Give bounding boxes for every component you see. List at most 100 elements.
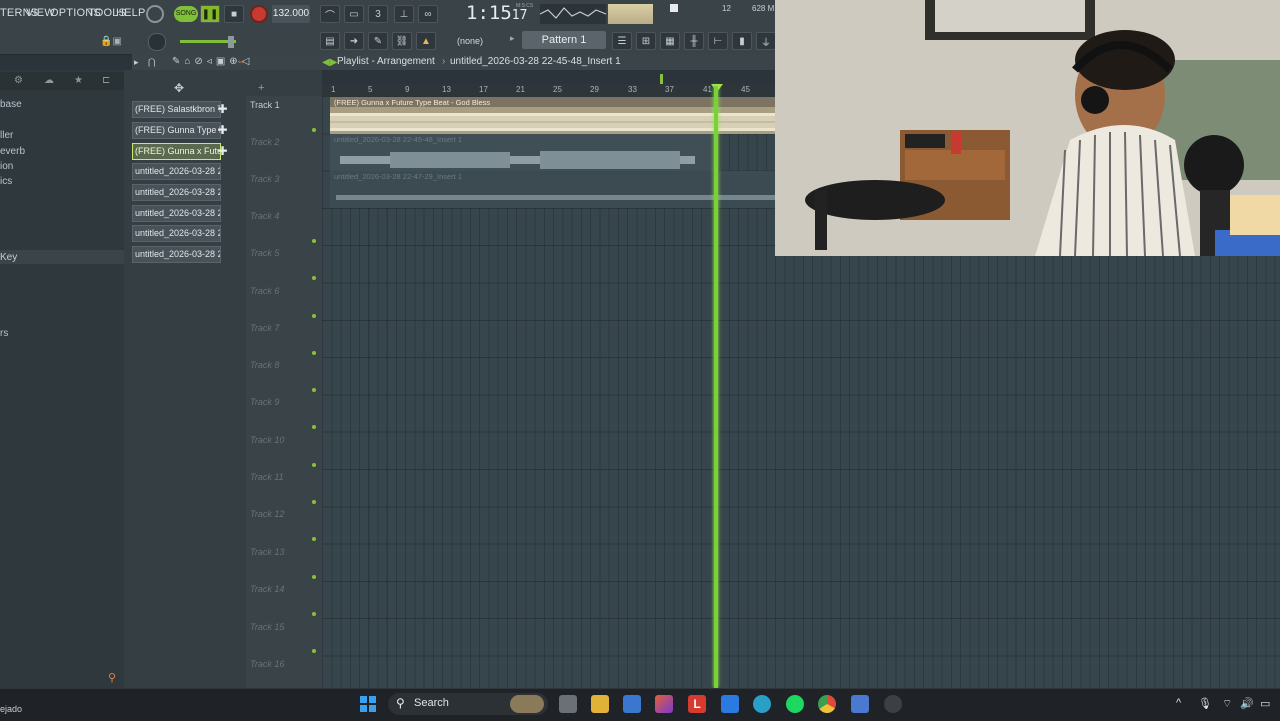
menu-help[interactable]: HELP xyxy=(116,7,146,19)
record-button[interactable] xyxy=(250,5,268,23)
channel-item[interactable]: untitled_2026-03-28 22-... xyxy=(132,225,221,242)
channel-item[interactable]: (FREE) Salastkbron T... xyxy=(132,101,221,118)
track-name[interactable]: Track 14 xyxy=(250,584,284,594)
track-name[interactable]: Track 11 xyxy=(250,472,284,482)
store-icon[interactable] xyxy=(623,695,641,713)
channel-item[interactable]: untitled_2026-03-28 22-... xyxy=(132,163,221,180)
song-mode-toggle[interactable]: SONG xyxy=(174,6,198,22)
step-edit-icon[interactable]: ⊥ xyxy=(394,5,414,23)
browser-item[interactable]: Key xyxy=(0,252,17,263)
main-volume-knob-icon[interactable] xyxy=(146,5,164,23)
browser-item[interactable]: ller xyxy=(0,130,13,141)
track-mute-led[interactable] xyxy=(312,537,316,541)
taskbar-search-box[interactable]: ⚲ Search xyxy=(388,693,548,715)
browser-item[interactable]: base xyxy=(0,99,22,110)
track-name[interactable]: Track 2 xyxy=(250,137,279,147)
audio-clip[interactable]: untitled_2026-03-28 22-45-48_Insert 1 xyxy=(330,134,716,171)
playhead[interactable] xyxy=(714,86,718,688)
star-icon[interactable]: ★ xyxy=(74,75,83,86)
track-name[interactable]: Track 8 xyxy=(250,360,279,370)
fl-studio-icon[interactable] xyxy=(884,695,902,713)
master-pitch-knob-icon[interactable] xyxy=(148,33,166,51)
track-name[interactable]: Track 9 xyxy=(250,397,279,407)
loop-marker-icon[interactable] xyxy=(660,74,663,84)
playlist-breadcrumb[interactable]: untitled_2026-03-28 22-45-48_Insert 1 xyxy=(450,56,621,67)
app-l-icon[interactable]: L xyxy=(688,695,706,713)
audio-clip[interactable]: untitled_2026-03-28 22-47-29_Insert 1 xyxy=(330,171,775,208)
track-mute-led[interactable] xyxy=(312,463,316,467)
folder-icon[interactable]: ⊏ xyxy=(102,75,110,86)
channel-item[interactable]: untitled_2026-03-28 22-... xyxy=(132,246,221,263)
plugin-database-icon[interactable]: ▮ xyxy=(732,32,752,50)
track-mute-led[interactable] xyxy=(312,575,316,579)
track-mute-led[interactable] xyxy=(312,351,316,355)
audio-clip[interactable]: (FREE) Gunna x Future Type Beat - God Bl… xyxy=(330,97,775,134)
channel-rack-icon[interactable]: ▦ xyxy=(660,32,680,50)
copilot-icon[interactable] xyxy=(655,695,673,713)
track-name[interactable]: Track 10 xyxy=(250,435,284,445)
track-name[interactable]: Track 15 xyxy=(250,622,284,632)
lock-icon[interactable]: 🔒▣ xyxy=(100,36,128,50)
track-name[interactable]: Track 1 xyxy=(250,100,280,110)
wifi-icon[interactable]: ⌔ xyxy=(1222,697,1232,711)
track-mute-led[interactable] xyxy=(312,388,316,392)
tempo-display[interactable]: 132.000 xyxy=(272,5,310,23)
snap-selector[interactable]: (none) xyxy=(457,36,483,46)
track-name[interactable]: Track 5 xyxy=(250,248,279,258)
channel-item[interactable]: untitled_2026-03-28 22-... xyxy=(132,205,221,222)
browser-search-icon[interactable]: ⚲ xyxy=(108,671,116,684)
browser-item[interactable]: everb xyxy=(0,146,25,157)
cloud-icon[interactable]: ☁ xyxy=(44,75,54,86)
countdown-icon[interactable]: 3 xyxy=(368,5,388,23)
playlist-icon[interactable]: ☰ xyxy=(612,32,632,50)
piano-roll-icon[interactable]: ⊞ xyxy=(636,32,656,50)
browser-item[interactable]: ics xyxy=(0,176,12,187)
wait-for-input-icon[interactable]: ▭ xyxy=(344,5,364,23)
browser-item[interactable]: rs xyxy=(0,328,8,339)
channel-item-selected[interactable]: (FREE) Gunna x Futur... xyxy=(132,143,221,160)
mixer-icon[interactable]: ╫ xyxy=(684,32,704,50)
keyboard-icon[interactable]: ▤ xyxy=(320,32,340,50)
track-mute-led[interactable] xyxy=(312,612,316,616)
battery-icon[interactable]: ▭ xyxy=(1260,697,1270,710)
tray-chevron-icon[interactable]: ^ xyxy=(1176,697,1181,709)
link-icon[interactable]: ⛓ xyxy=(392,32,412,50)
edge-icon[interactable] xyxy=(753,695,771,713)
slip-icon[interactable]: ⇔ xyxy=(236,56,246,67)
add-channel-icon[interactable]: ✚ xyxy=(217,124,228,136)
spotify-icon[interactable] xyxy=(786,695,804,713)
track-name[interactable]: Track 13 xyxy=(250,547,284,557)
metronome-icon[interactable]: ⌒ xyxy=(320,5,340,23)
brush-icon[interactable]: ✎ xyxy=(368,32,388,50)
track-name[interactable]: Track 12 xyxy=(250,509,284,519)
browser-selected-row[interactable] xyxy=(0,250,124,264)
arrow-right-icon[interactable]: ➜ xyxy=(344,32,364,50)
pattern-prev-icon[interactable]: ▸ xyxy=(510,33,515,44)
track-mute-led[interactable] xyxy=(312,128,316,132)
loop-record-icon[interactable]: ∞ xyxy=(418,5,438,23)
track-mute-led[interactable] xyxy=(312,239,316,243)
channel-item[interactable]: untitled_2026-03-28 22-... xyxy=(132,184,221,201)
track-name[interactable]: Track 3 xyxy=(250,174,279,184)
plug-icon[interactable]: ⏚ xyxy=(756,32,776,50)
track-name[interactable]: Track 6 xyxy=(250,286,279,296)
volume-icon[interactable]: 🔊 xyxy=(1240,697,1254,710)
track-mute-led[interactable] xyxy=(312,649,316,653)
play-arrow-icon[interactable]: ▸ xyxy=(134,57,139,68)
track-mute-led[interactable] xyxy=(312,314,316,318)
volume-slider-handle[interactable] xyxy=(228,36,234,48)
active-app-icon[interactable] xyxy=(851,695,869,713)
add-channel-icon[interactable]: ✚ xyxy=(217,103,228,115)
stop-button[interactable]: ■ xyxy=(224,5,244,23)
move-icon[interactable]: ✥ xyxy=(174,81,184,95)
task-view-icon[interactable] xyxy=(559,695,577,713)
channel-item[interactable]: (FREE) Gunna Type B... xyxy=(132,122,221,139)
stamp-icon[interactable]: ▲ xyxy=(416,32,436,50)
track-mute-led[interactable] xyxy=(312,276,316,280)
pattern-selector[interactable]: Pattern 1 xyxy=(522,31,606,49)
track-mute-led[interactable] xyxy=(312,500,316,504)
track-name[interactable]: Track 16 xyxy=(250,659,284,669)
windows-start-icon[interactable] xyxy=(360,696,376,712)
track-mute-led[interactable] xyxy=(312,425,316,429)
browser-icon[interactable]: ⊢ xyxy=(708,32,728,50)
